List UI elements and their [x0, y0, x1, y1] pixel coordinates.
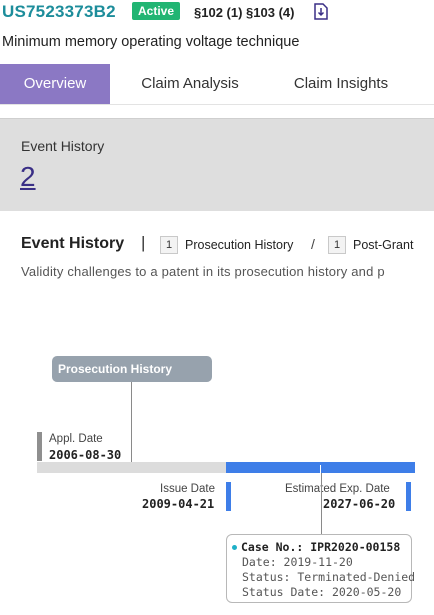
title-separator: | — [141, 233, 146, 252]
appl-date-label: Appl. Date — [49, 433, 103, 445]
exp-date-value: 2027-06-20 — [323, 497, 396, 511]
exp-date-marker — [406, 482, 411, 511]
patent-number: US7523373B2 — [2, 2, 116, 21]
case-number: Case No.: IPR2020-00158 — [241, 540, 401, 554]
issue-date-marker — [226, 482, 231, 511]
exp-date-label: Estimated Exp. Date — [285, 483, 390, 495]
case-date: Date: 2019-11-20 — [242, 555, 353, 569]
prosecution-count-badge: 1 — [160, 236, 178, 254]
case-status-date: Status Date: 2020-05-20 — [242, 585, 402, 599]
summary-band: Event History 2 — [0, 118, 434, 211]
download-icon[interactable] — [314, 3, 328, 20]
issue-date-value: 2009-04-21 — [142, 497, 215, 511]
timeline-bar-prosecution — [37, 462, 226, 473]
status-badge: Active — [132, 2, 181, 20]
post-grant-filter[interactable]: Post-Grant — [353, 238, 413, 252]
statutes-info: §102 (1) §103 (4) — [194, 5, 295, 20]
issue-date-label: Issue Date — [160, 483, 215, 495]
section-title: Event History — [21, 235, 125, 252]
timeline-event-tick — [320, 465, 321, 473]
event-count-link[interactable]: 2 — [20, 161, 36, 193]
prosecution-history-filter[interactable]: Prosecution History — [185, 238, 293, 252]
section-description: Validity challenges to a patent in its p… — [21, 264, 385, 279]
prosecution-connector-line — [131, 382, 132, 464]
summary-label: Event History — [21, 138, 105, 154]
tab-bar: Overview Claim Analysis Claim Insights — [0, 64, 434, 105]
tab-claim-analysis[interactable]: Claim Analysis — [118, 64, 262, 104]
tab-overview[interactable]: Overview — [0, 64, 110, 104]
patent-title: Minimum memory operating voltage techniq… — [2, 34, 300, 50]
case-status-dot — [232, 545, 237, 550]
prosecution-history-marker[interactable]: Prosecution History — [52, 356, 212, 382]
case-status: Status: Terminated-Denied — [242, 570, 416, 584]
appl-date-marker — [37, 432, 42, 461]
case-card[interactable]: Case No.: IPR2020-00158 Date: 2019-11-20… — [226, 534, 416, 603]
tab-claim-insights[interactable]: Claim Insights — [270, 64, 412, 104]
post-grant-count-badge: 1 — [328, 236, 346, 254]
appl-date-value: 2006-08-30 — [49, 448, 122, 462]
case-connector-line — [321, 473, 322, 535]
filter-separator: / — [311, 236, 315, 252]
